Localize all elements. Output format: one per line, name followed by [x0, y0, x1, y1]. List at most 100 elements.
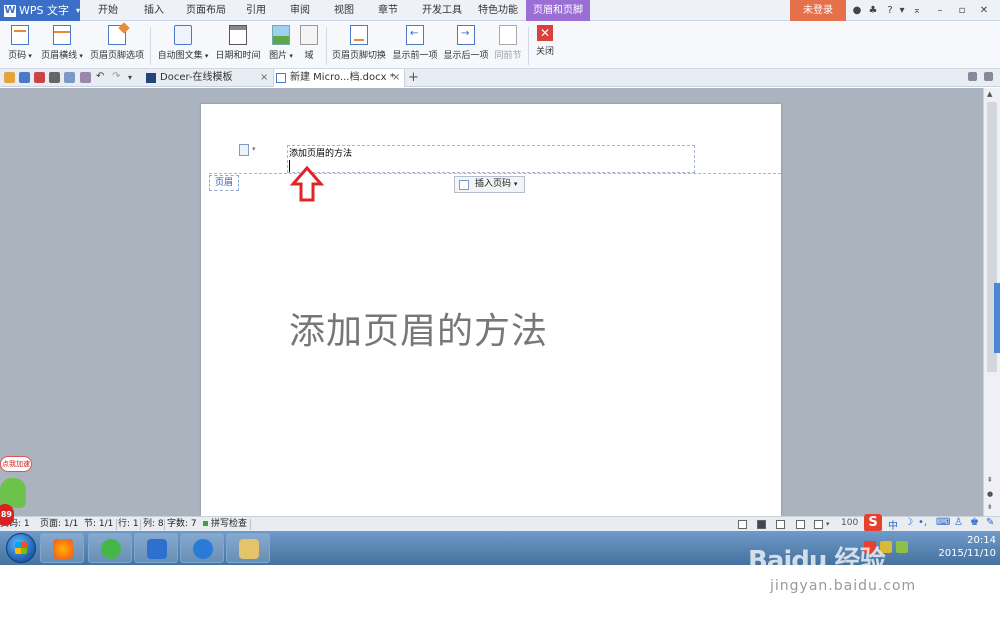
header-line-button[interactable]: 页眉横线 ▾	[38, 23, 86, 67]
auto-text-button[interactable]: 自动图文集 ▾	[154, 23, 212, 67]
minimize-icon[interactable]: –	[932, 0, 948, 21]
header-footer-options-button[interactable]: 页眉页脚选项	[88, 23, 146, 67]
page-number-button[interactable]: 页码 ▾	[4, 23, 36, 67]
switch-header-footer-button[interactable]: 页眉页脚切换	[330, 23, 388, 67]
chevron-down-icon[interactable]: ▾	[252, 145, 256, 153]
web-view-icon[interactable]	[796, 520, 805, 529]
status-section: 节: 1/1	[84, 519, 114, 529]
status-row: 行: 1	[118, 519, 139, 529]
accelerate-bubble[interactable]: 点我加速	[0, 456, 32, 472]
show-previous-button[interactable]: 显示前一项	[390, 23, 440, 67]
same-as-previous-button[interactable]: 同前节	[492, 23, 524, 67]
document-page[interactable]: ▾ 添加页眉的方法 页眉 插入页码 ▾ 添加页眉的方法	[201, 104, 781, 516]
user-icon[interactable]: ♙	[954, 517, 963, 528]
taskbar-paint[interactable]	[226, 533, 270, 563]
date-time-label: 日期和时间	[215, 51, 261, 61]
taskbar-browser[interactable]	[88, 533, 132, 563]
tab-section[interactable]: 章节	[372, 0, 404, 21]
tab-header-footer[interactable]: 页眉和页脚	[526, 0, 590, 21]
wrench-icon[interactable]: ✎	[986, 517, 994, 528]
close-label: 关闭	[535, 47, 554, 57]
prev-page-icon[interactable]: ⇞	[987, 476, 993, 484]
app-menu-button[interactable]: W WPS 文字 ▾	[0, 0, 80, 21]
zoom-level[interactable]: 100	[841, 518, 858, 528]
page-view-icon[interactable]	[757, 520, 766, 529]
header-text[interactable]: 添加页眉的方法	[289, 146, 352, 159]
show-next-button[interactable]: 显示后一项	[441, 23, 491, 67]
tray-network-icon[interactable]	[896, 541, 908, 553]
status-divider	[164, 519, 165, 530]
scroll-up-icon[interactable]: ▲	[987, 90, 992, 98]
format-painter-icon[interactable]	[80, 72, 91, 83]
login-button[interactable]: 未登录	[790, 0, 846, 21]
tab-page-layout[interactable]: 页面布局	[182, 0, 230, 21]
tab-close-icon[interactable]: ×	[260, 69, 268, 87]
tab-current-document[interactable]: 新建 Micro...档.docx * ×	[273, 69, 405, 87]
help-dropdown-icon[interactable]: ▾	[898, 0, 906, 21]
keyboard-icon[interactable]: ⌨	[936, 517, 950, 528]
new-tab-button[interactable]: +	[408, 69, 419, 87]
chevron-down-icon: ▾	[75, 6, 80, 15]
start-button[interactable]	[6, 533, 36, 563]
tab-menu-icon[interactable]	[984, 72, 993, 81]
field-label: 域	[304, 51, 314, 61]
tab-insert[interactable]: 插入	[138, 0, 170, 21]
full-screen-icon[interactable]	[738, 520, 747, 529]
collapse-ribbon-icon[interactable]: ⌅	[910, 0, 924, 21]
picture-icon	[272, 25, 290, 45]
close-header-footer-button[interactable]: ✕ 关闭	[532, 23, 558, 67]
sogou-logo-icon[interactable]: S	[864, 514, 882, 532]
undo-icon[interactable]: ↶	[96, 71, 107, 82]
insert-page-number-button[interactable]: 插入页码 ▾	[454, 176, 525, 193]
tab-features[interactable]: 特色功能	[474, 0, 522, 21]
next-page-icon[interactable]: ⇟	[987, 503, 993, 511]
open-folder-icon[interactable]	[4, 72, 15, 83]
insert-page-number-label: 插入页码	[475, 179, 512, 189]
print-icon[interactable]	[49, 72, 60, 83]
document-tab-bar: ↶ ↷ ▾ Docer-在线模板 × 新建 Micro...档.docx * ×…	[0, 69, 1000, 87]
tab-view[interactable]: 视图	[328, 0, 360, 21]
skin-icon[interactable]: ●	[850, 0, 864, 21]
body-text[interactable]: 添加页眉的方法	[289, 302, 548, 354]
picture-button[interactable]: 图片 ▾	[266, 23, 296, 67]
field-button[interactable]: 域	[298, 23, 320, 67]
switch-header-footer-icon	[350, 25, 368, 45]
reading-view-icon[interactable]	[814, 520, 823, 529]
outline-view-icon[interactable]	[776, 520, 785, 529]
restore-icon[interactable]: ▫	[954, 0, 970, 21]
tab-review[interactable]: 审阅	[284, 0, 316, 21]
tab-home[interactable]: 开始	[92, 0, 124, 21]
tab-docer[interactable]: Docer-在线模板 ×	[144, 69, 272, 87]
taskbar-app-1[interactable]	[40, 533, 84, 563]
help-button[interactable]: ?	[882, 0, 898, 21]
picture-label: 图片	[269, 51, 288, 61]
tab-references[interactable]: 引用	[240, 0, 272, 21]
side-panel-tab[interactable]	[994, 283, 1000, 353]
menu-bar: W WPS 文字 ▾ 开始 插入 页面布局 引用 审阅 视图 章节 开发工具 特…	[0, 0, 1000, 21]
close-window-icon[interactable]: ✕	[976, 0, 992, 21]
view-dropdown-icon[interactable]: ▾	[826, 518, 830, 531]
tab-developer[interactable]: 开发工具	[418, 0, 466, 21]
select-browse-icon[interactable]: ●	[987, 490, 993, 498]
shirt-icon[interactable]: ♣	[866, 0, 880, 21]
header-page-icon[interactable]	[239, 144, 249, 156]
floating-accelerator-widget[interactable]: 点我加速 89	[0, 456, 40, 534]
ime-language-toggle[interactable]: 中	[888, 517, 898, 532]
customize-toolbar-icon[interactable]: ▾	[128, 72, 139, 83]
tab-list-icon[interactable]	[968, 72, 977, 81]
date-time-button[interactable]: 日期和时间	[212, 23, 264, 67]
taskbar-ie[interactable]	[180, 533, 224, 563]
taskbar-wps[interactable]	[134, 533, 178, 563]
system-clock[interactable]: 20:14 2015/11/10	[936, 534, 996, 560]
spell-check-button[interactable]: 拼写检查	[211, 518, 247, 531]
print-preview-icon[interactable]	[64, 72, 75, 83]
redo-icon[interactable]: ↷	[112, 71, 123, 82]
app-title: WPS 文字	[19, 4, 69, 17]
save-icon[interactable]	[19, 72, 30, 83]
punctuation-icon[interactable]: •,	[918, 517, 927, 528]
wps-writer-icon	[147, 539, 167, 559]
moon-icon[interactable]: ☽	[904, 517, 913, 528]
tab-close-icon[interactable]: ×	[392, 69, 400, 87]
skin-shirt-icon[interactable]: ♚	[970, 517, 979, 528]
export-pdf-icon[interactable]	[34, 72, 45, 83]
